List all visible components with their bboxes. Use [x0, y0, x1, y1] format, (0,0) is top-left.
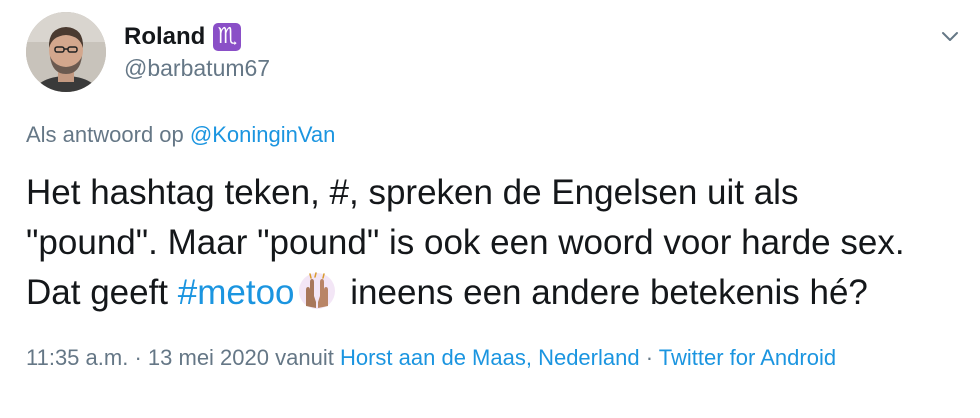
meta-separator: · — [134, 345, 142, 370]
tweet-time[interactable]: 11:35 a.m. — [26, 345, 128, 370]
author-handle[interactable]: @barbatum67 — [124, 55, 270, 82]
location-link[interactable]: Horst aan de Maas, Nederland — [340, 345, 640, 370]
author-name-row[interactable]: Roland ♏ — [124, 22, 242, 52]
tweet-text-before-hashtag: Dat geeft — [26, 273, 169, 312]
tweet-card: Roland ♏ @barbatum67 Als antwoord op @Ko… — [0, 0, 980, 418]
tweet-date[interactable]: 13 mei 2020 — [148, 345, 269, 370]
meta-via-label: vanuit — [275, 345, 334, 370]
tweet-text: Het hashtag teken, #, spreken de Engelse… — [26, 168, 966, 318]
author-display-name[interactable]: Roland — [124, 23, 205, 51]
scorpio-emoji-icon: ♏ — [213, 23, 242, 51]
meta-separator: · — [645, 345, 654, 370]
reply-context: Als antwoord op @KoninginVan — [26, 122, 335, 148]
tweet-text-after-hashtag: ineens een andere betekenis hé? — [350, 273, 868, 312]
source-app-link[interactable]: Twitter for Android — [659, 345, 836, 370]
tweet-text-line-2: "pound". Maar "pound" is ook een woord v… — [26, 223, 905, 262]
hashtag-link[interactable]: #metoo — [178, 273, 295, 312]
chevron-down-icon[interactable] — [938, 24, 962, 48]
profile-photo-icon — [26, 12, 106, 92]
avatar[interactable] — [26, 12, 106, 92]
tweet-text-line-1: Het hashtag teken, #, spreken de Engelse… — [26, 173, 799, 212]
reply-mention-link[interactable]: @KoninginVan — [190, 122, 335, 147]
tweet-text-line-3: Dat geeft #metoo ineens een andere betek… — [26, 268, 966, 318]
tweet-meta: 11:35 a.m. · 13 mei 2020 vanuit Horst aa… — [26, 342, 926, 374]
raised-hands-emoji-icon — [298, 272, 335, 309]
reply-prefix: Als antwoord op — [26, 122, 184, 147]
